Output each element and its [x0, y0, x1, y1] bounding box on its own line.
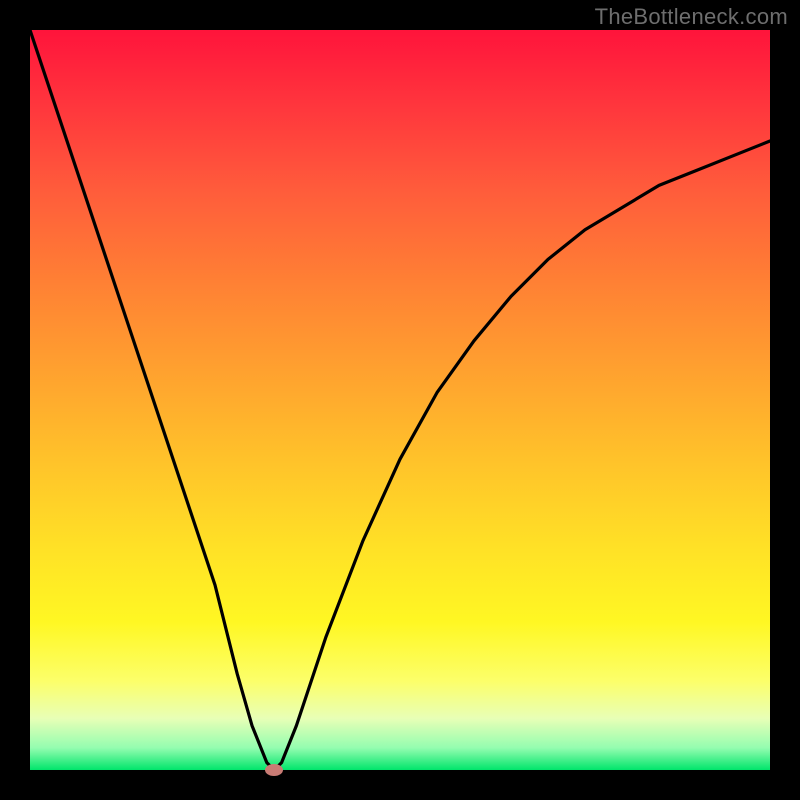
plot-area [30, 30, 770, 770]
optimum-marker [265, 764, 283, 776]
bottleneck-curve [30, 30, 770, 770]
chart-frame: TheBottleneck.com [0, 0, 800, 800]
watermark-text: TheBottleneck.com [595, 4, 788, 30]
